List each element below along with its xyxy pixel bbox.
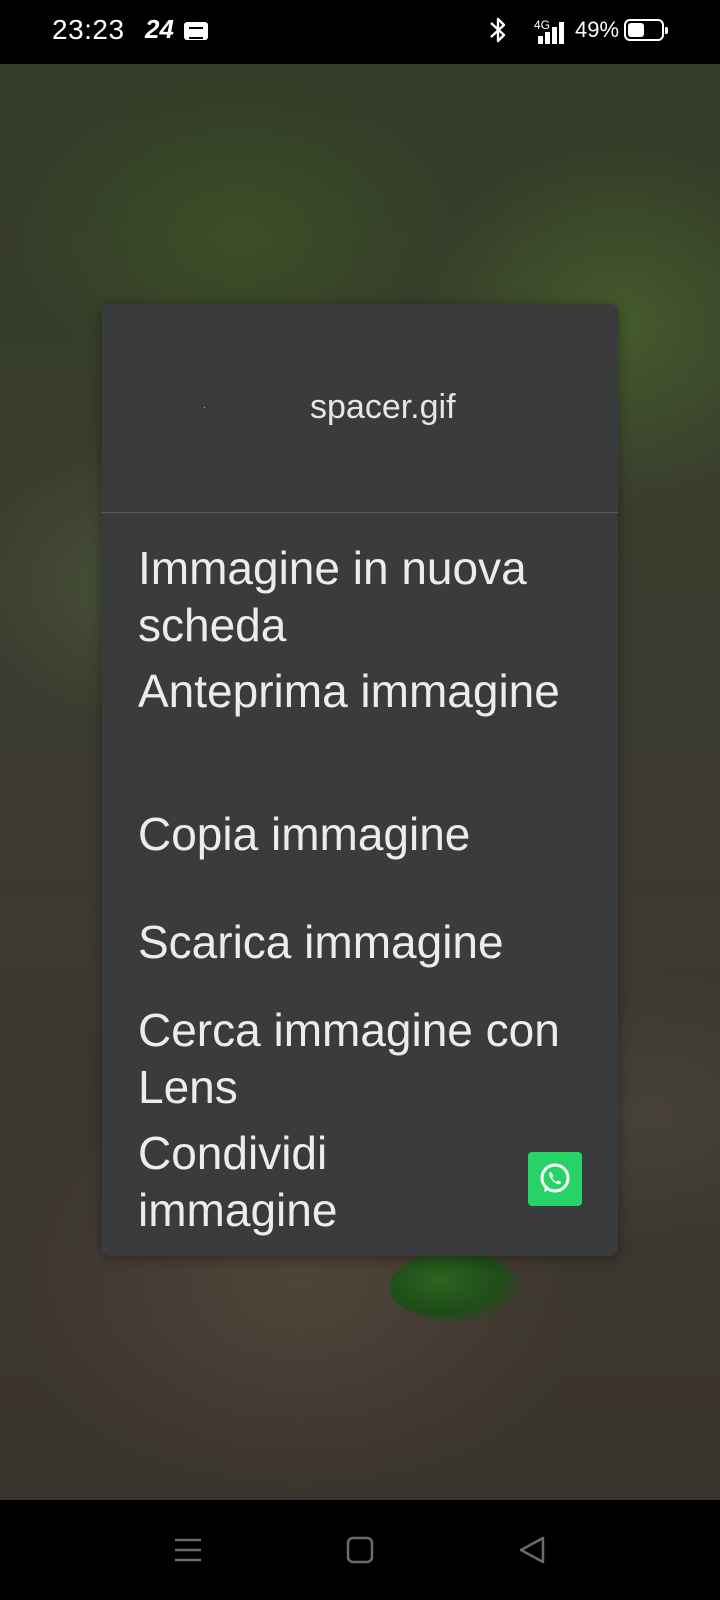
24-app-icon: 24	[145, 14, 174, 44]
back-icon[interactable]	[510, 1528, 554, 1572]
status-time: 23:23	[52, 14, 125, 45]
battery-icon	[624, 19, 668, 41]
menu-icon[interactable]	[166, 1528, 210, 1572]
home-icon[interactable]	[338, 1528, 382, 1572]
menu-header-title: spacer.gif	[310, 388, 456, 426]
card-notification-icon	[184, 22, 208, 40]
whatsapp-icon[interactable]	[528, 1152, 582, 1206]
menu-item-open-image-new-tab[interactable]: Immagine in nuova scheda	[138, 540, 598, 654]
status-bar: 23:23 24 4G 49%	[0, 0, 720, 64]
menu-item-share-image[interactable]: Condividi immagine	[138, 1125, 538, 1239]
image-context-menu: spacer.gif Immagine in nuova scheda Ante…	[102, 304, 618, 1256]
navigation-bar	[0, 1500, 720, 1600]
menu-item-search-with-lens[interactable]: Cerca immagine con Lens	[138, 1002, 598, 1116]
menu-header: spacer.gif	[102, 304, 618, 513]
battery-percent: 49%	[575, 17, 620, 42]
bluetooth-icon	[487, 16, 509, 51]
signal-icon	[536, 20, 568, 44]
menu-item-download-image[interactable]: Scarica immagine	[138, 914, 598, 971]
menu-item-copy-image[interactable]: Copia immagine	[138, 806, 598, 863]
menu-item-preview-image[interactable]: Anteprima immagine	[138, 663, 598, 720]
screen: 23:23 24 4G 49% spacer.gif Immagine in n…	[0, 0, 720, 1600]
